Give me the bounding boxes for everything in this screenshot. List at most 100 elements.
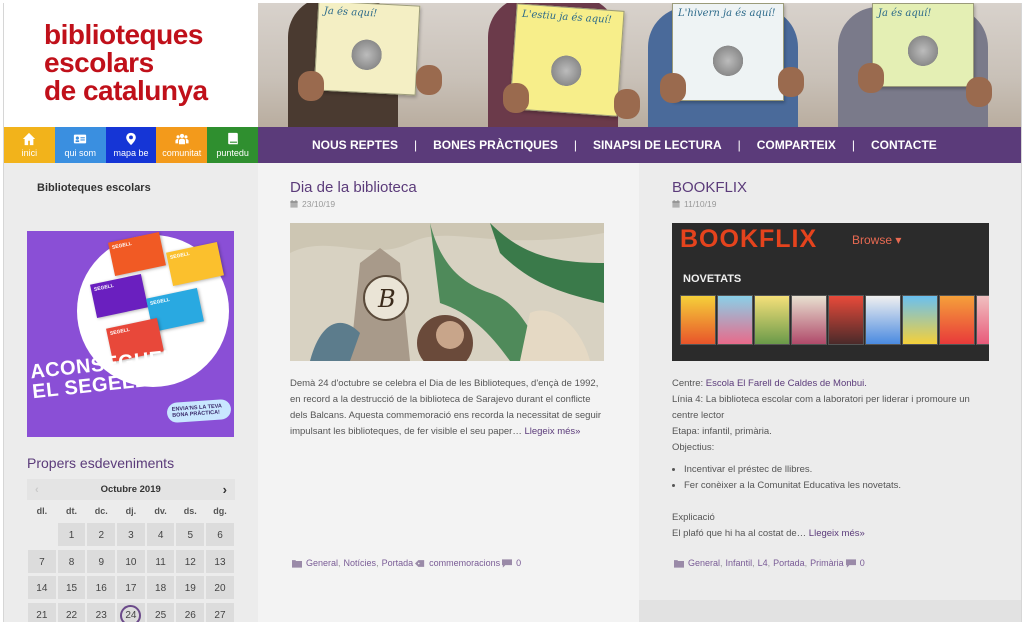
book-icon — [227, 132, 238, 145]
book-cover: Ja és aquí! — [313, 3, 421, 96]
calendar-day[interactable]: 8 — [56, 548, 87, 574]
nav-comparteix[interactable]: COMPARTEIX — [757, 138, 836, 152]
calendar-day[interactable]: 11 — [145, 548, 176, 574]
sidebar-title: Biblioteques escolars — [37, 182, 151, 194]
calendar-day[interactable]: 5 — [175, 522, 206, 547]
nav-inici[interactable]: inici — [4, 127, 55, 163]
site-logo[interactable]: biblioteques escolars de catalunya — [4, 3, 258, 127]
calendar-icon — [290, 200, 298, 208]
post-image[interactable]: B — [290, 223, 604, 361]
calendar-weekdays: dl. dt. dc. dj. dv. ds. dg. — [27, 500, 235, 522]
post-date-text: 11/10/19 — [684, 199, 717, 209]
meta-separator: , — [338, 558, 341, 568]
calendar-day[interactable]: 10 — [116, 548, 146, 574]
calendar-day[interactable]: 7 — [27, 548, 57, 574]
calendar-day[interactable]: 21 — [27, 601, 57, 622]
calendar-day[interactable]: 9 — [86, 548, 117, 574]
calendar-day-number: 21 — [36, 609, 48, 621]
category-link[interactable]: General — [306, 558, 338, 568]
calendar-day[interactable]: 13 — [205, 548, 235, 574]
post-image[interactable]: BOOKFLIX Browse ▾ NOVETATS — [672, 223, 989, 361]
nav-separator: | — [851, 138, 856, 152]
calendar-week: 21 22 23 24 25 26 27 — [27, 601, 235, 622]
category-link[interactable]: Notícies — [344, 558, 377, 568]
calendar-next-icon[interactable]: › — [223, 482, 227, 497]
calendar-day[interactable]: 22 — [56, 601, 87, 622]
nav-label: puntedu — [216, 148, 249, 158]
nav-contacte[interactable]: CONTACTE — [871, 138, 937, 152]
category-link[interactable]: Infantil — [726, 558, 753, 568]
calendar-day[interactable]: 18 — [145, 575, 176, 600]
calendar-day[interactable]: 23 — [86, 601, 117, 622]
category-link[interactable]: Portada — [382, 558, 414, 568]
post-title[interactable]: BOOKFLIX — [672, 179, 747, 196]
comments-count[interactable]: 0 — [860, 558, 865, 568]
hand — [660, 73, 686, 103]
nav-label: comunitat — [162, 148, 202, 158]
logo-line-3: de catalunya — [44, 75, 208, 106]
explicacio-label: Explicació — [672, 512, 715, 523]
calendar-day[interactable]: 26 — [175, 601, 206, 622]
calendar-day[interactable]: 14 — [27, 575, 57, 600]
calendar-day[interactable]: 3 — [116, 522, 146, 547]
calendar-day-number: 7 — [39, 556, 45, 568]
calendar-day[interactable]: 2 — [86, 522, 117, 547]
calendar-day[interactable]: 19 — [175, 575, 206, 600]
calendar-day-number: 2 — [98, 530, 104, 541]
calendar-day[interactable]: 25 — [145, 601, 176, 622]
calendar-day[interactable]: 6 — [205, 522, 235, 547]
calendar-day[interactable]: 20 — [205, 575, 235, 600]
meta-separator: , — [376, 558, 379, 568]
calendar-day-number: 6 — [217, 530, 223, 541]
post-excerpt: Demà 24 d'octubre se celebra el Dia de l… — [290, 376, 602, 440]
calendar-day[interactable]: 1 — [56, 522, 87, 547]
nav-comunitat[interactable]: comunitat — [156, 127, 208, 163]
book-title: L'estiu ja és aquí! — [521, 8, 613, 27]
calendar-day[interactable]: 17 — [116, 575, 146, 600]
calendar-day[interactable]: 4 — [145, 522, 176, 547]
tag-icon — [415, 559, 425, 567]
nav-sinapsi-de-lectura[interactable]: SINAPSI DE LECTURA — [593, 138, 722, 152]
category-link[interactable]: General — [688, 558, 720, 568]
calendar-day-number: 20 — [214, 583, 226, 594]
read-more-link[interactable]: Llegeix més» — [809, 528, 865, 539]
nav-bones-practiques[interactable]: BONES PRÀCTIQUES — [433, 138, 558, 152]
next-post-card-top — [639, 600, 1021, 622]
calendar-day-number: 17 — [125, 583, 137, 594]
calendar-weekday: dc. — [94, 506, 108, 516]
nav-qui-som[interactable]: qui som — [54, 127, 106, 163]
comments-count[interactable]: 0 — [516, 558, 521, 568]
nav-nous-reptes[interactable]: NOUS REPTES — [312, 138, 398, 152]
centre-label: Centre: — [672, 378, 704, 389]
nav-puntedu[interactable]: puntedu — [207, 127, 258, 163]
nav-mapa-be[interactable]: mapa be — [105, 127, 157, 163]
calendar-day[interactable]: 15 — [56, 575, 87, 600]
calendar-day-number: 12 — [184, 556, 196, 568]
calendar-day-today[interactable]: 24 — [116, 601, 146, 622]
calendar-day-number: 27 — [214, 609, 226, 621]
book-cover: Ja és aquí! — [872, 3, 974, 87]
post-title[interactable]: Dia de la biblioteca — [290, 179, 417, 196]
nav-label: mapa be — [113, 148, 149, 158]
calendar-icon — [672, 200, 680, 208]
calendar-day[interactable]: 12 — [175, 548, 206, 574]
logo-line-2: escolars — [44, 47, 154, 78]
calendar-day[interactable]: 16 — [86, 575, 117, 600]
read-more-link[interactable]: Llegeix més» — [524, 426, 580, 437]
promo-banner[interactable]: SEGELL SEGELL SEGELL SEGELL SEGELL ACONS… — [27, 231, 234, 437]
book-cover — [791, 295, 827, 345]
calendar-day[interactable]: 27 — [205, 601, 235, 622]
svg-text:B: B — [377, 285, 396, 313]
tag-link[interactable]: commemoracions — [429, 558, 500, 568]
meta-separator: , — [720, 558, 723, 568]
category-link[interactable]: Portada — [773, 558, 805, 568]
category-link[interactable]: L4 — [758, 558, 768, 568]
category-link[interactable]: Primària — [810, 558, 844, 568]
calendar-day-number: 24 — [120, 604, 142, 622]
book-cover — [828, 295, 864, 345]
centre-link[interactable]: Escola El Farell de Caldes de Monbui. — [706, 378, 867, 389]
post-date: 11/10/19 — [672, 199, 716, 209]
calendar-prev-icon[interactable]: ‹ — [35, 484, 39, 496]
list-item: Incentivar el préstec de llibres. — [684, 462, 992, 478]
calendar-week: 1 2 3 4 5 6 — [27, 522, 235, 549]
